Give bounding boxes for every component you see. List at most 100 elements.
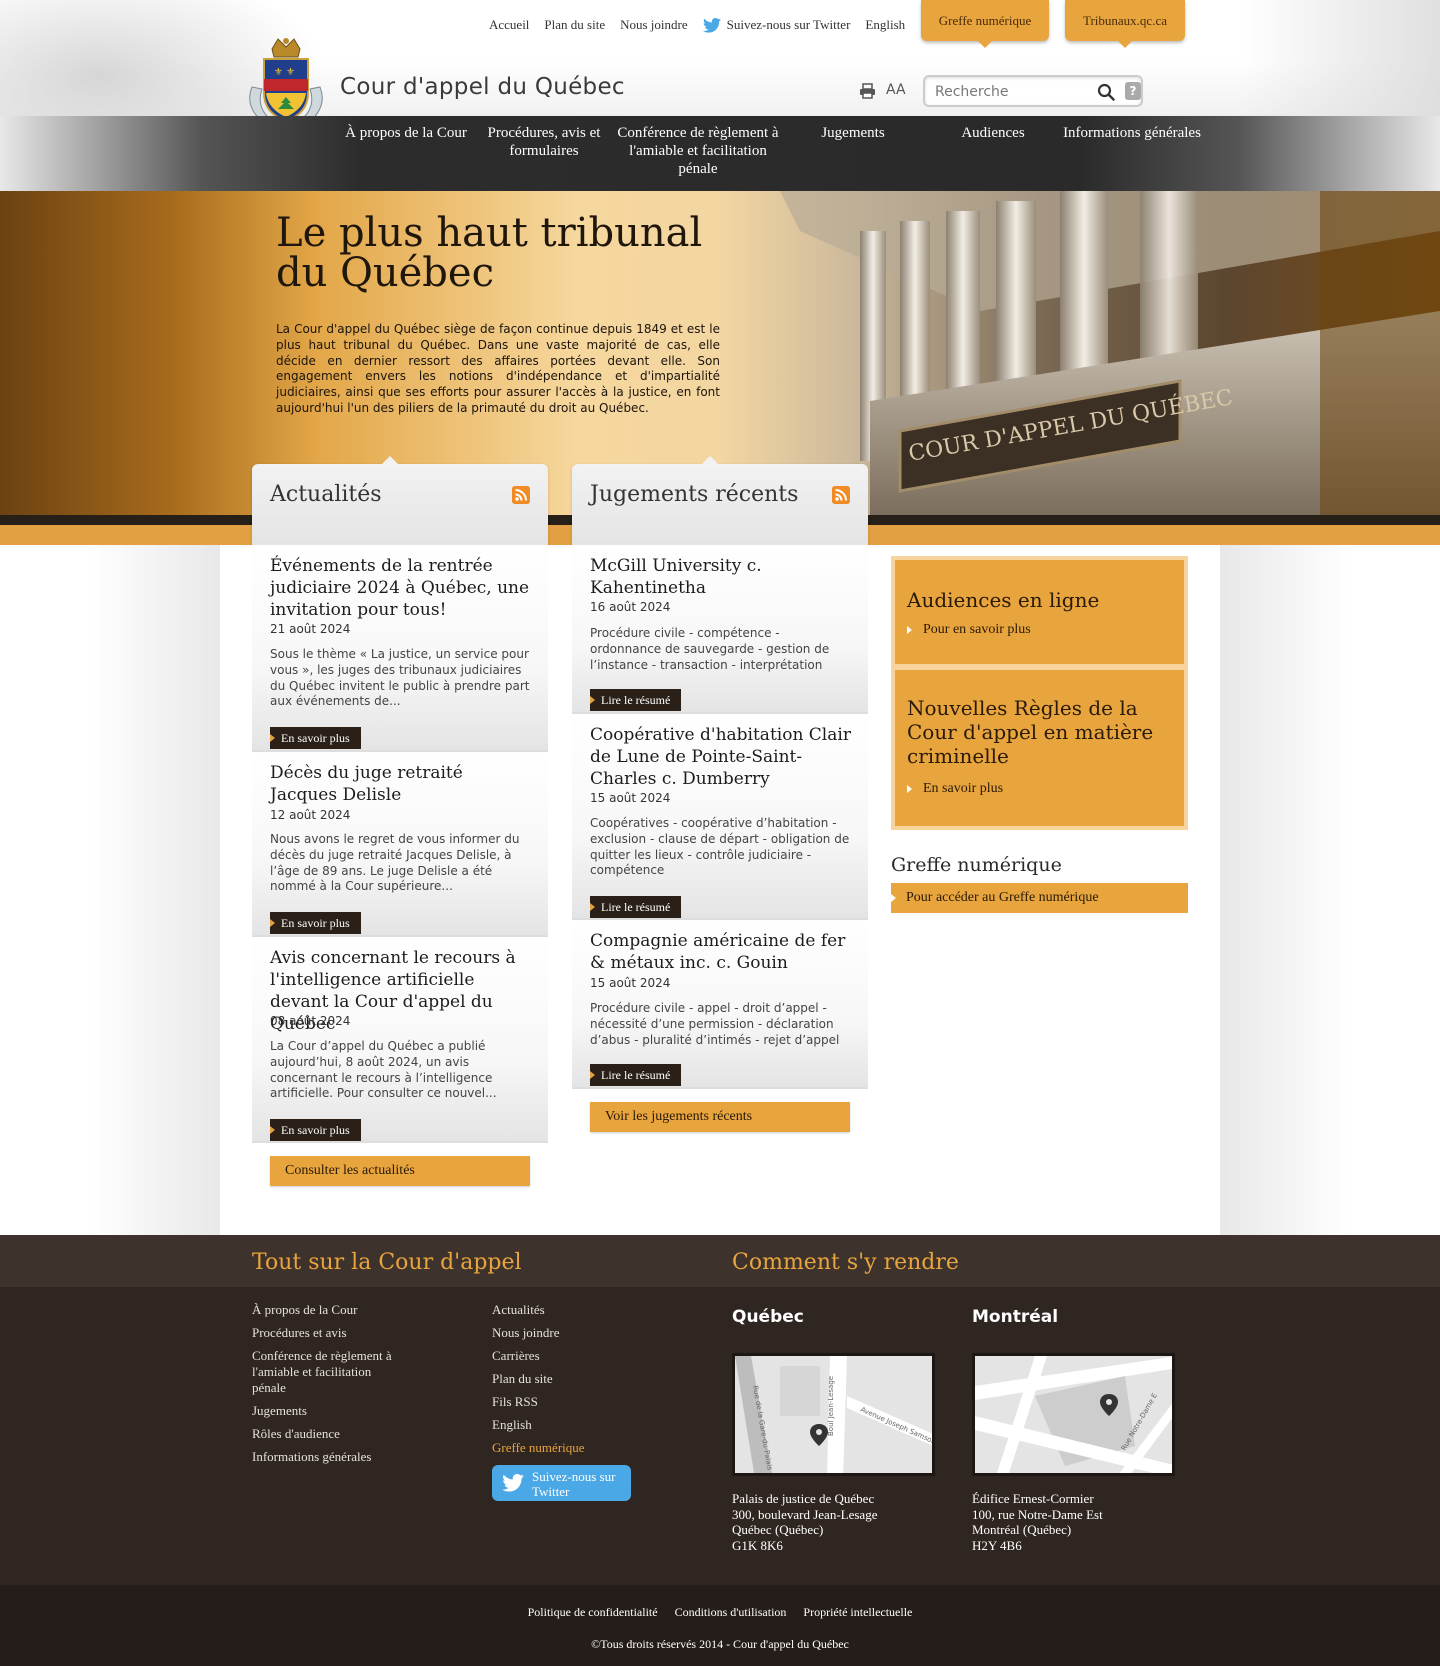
all-judgments-button[interactable]: Voir les jugements récents xyxy=(590,1102,850,1132)
main-nav: À propos de la Cour Procédures, avis et … xyxy=(0,116,1440,191)
footer-link[interactable]: Nous joindre xyxy=(492,1325,642,1341)
promo-audiences-en-ligne[interactable]: Audiences en ligne Pour en savoir plus xyxy=(891,556,1188,668)
site-title[interactable]: Cour d'appel du Québec xyxy=(340,74,625,100)
address-line: Édifice Ernest-Cormier xyxy=(972,1491,1094,1506)
judgment-summary-button[interactable]: Lire le résumé xyxy=(590,689,682,711)
link-english[interactable]: English xyxy=(865,17,905,33)
footer-link[interactable]: Actualités xyxy=(492,1302,642,1318)
news-date: 12 août 2024 xyxy=(270,808,351,822)
address-line: 100, rue Notre-Dame Est xyxy=(972,1506,1103,1522)
nav-item-conference[interactable]: Conférence de règlement à l'amiable et f… xyxy=(613,124,783,178)
news-excerpt: Nous avons le regret de vous informer du… xyxy=(270,832,520,894)
news-item[interactable]: Décès du juge retraité Jacques Delisle 1… xyxy=(252,752,548,937)
search-icon[interactable] xyxy=(1097,83,1115,101)
legal-link-privacy[interactable]: Politique de confidentialité xyxy=(528,1605,658,1619)
judgment-item[interactable]: McGill University c. Kahentinetha 16 aoû… xyxy=(572,545,868,714)
promo-title[interactable]: Audiences en ligne xyxy=(907,588,1175,612)
address-line: Palais de justice de Québec xyxy=(732,1491,875,1506)
judgment-date: 15 août 2024 xyxy=(590,976,671,990)
news-excerpt: La Cour d’appel du Québec a publié aujou… xyxy=(270,1039,497,1101)
map-street-label: Boul Jean-Lesage xyxy=(827,1376,835,1436)
link-accueil[interactable]: Accueil xyxy=(489,17,529,33)
footer-link[interactable]: English xyxy=(492,1417,642,1433)
footer-link[interactable]: Informations générales xyxy=(252,1449,402,1465)
footer-about-heading: Tout sur la Cour d'appel xyxy=(252,1250,522,1275)
footer-twitter-button[interactable]: Suivez-nous sur Twitter xyxy=(492,1465,631,1501)
footer-link[interactable]: Carrières xyxy=(492,1348,642,1364)
judgments-heading: Jugements récents xyxy=(590,482,799,507)
judgment-summary-button[interactable]: Lire le résumé xyxy=(590,1064,682,1086)
site-header: Accueil Plan du site Nous joindre Suivez… xyxy=(0,0,1440,191)
judgment-title[interactable]: Coopérative d'habitation Clair de Lune d… xyxy=(590,724,855,790)
promo-link[interactable]: En savoir plus xyxy=(907,781,1003,797)
news-more-button[interactable]: En savoir plus xyxy=(270,1119,361,1141)
judgment-summary-button[interactable]: Lire le résumé xyxy=(590,896,682,918)
font-size-label: AA xyxy=(886,82,906,98)
legal-links: Politique de confidentialité Conditions … xyxy=(0,1605,1440,1620)
nav-item-procedures[interactable]: Procédures, avis et formulaires xyxy=(475,124,613,178)
nav-item-informations[interactable]: Informations générales xyxy=(1063,124,1201,178)
tab-tribunaux[interactable]: Tribunaux.qc.ca xyxy=(1065,0,1185,48)
judgment-title[interactable]: Compagnie américaine de fer & métaux inc… xyxy=(590,930,855,974)
map-quebec[interactable]: Rue de la Gare-du-Palais Boul Jean-Lesag… xyxy=(732,1353,935,1476)
news-title[interactable]: Événements de la rentrée judiciaire 2024… xyxy=(270,555,535,621)
news-date: 08 août 2024 xyxy=(270,1014,351,1028)
legal-link-terms[interactable]: Conditions d'utilisation xyxy=(675,1605,787,1619)
footer-link-greffe[interactable]: Greffe numérique xyxy=(492,1440,642,1456)
search-box: ? xyxy=(923,75,1143,107)
footer-link[interactable]: Jugements xyxy=(252,1403,402,1419)
twitter-label: Suivez-nous sur Twitter xyxy=(726,17,851,32)
news-item[interactable]: Événements de la rentrée judiciaire 2024… xyxy=(252,545,548,752)
promo-title[interactable]: Nouvelles Règles de la Cour d'appel en m… xyxy=(907,696,1175,768)
utility-links: Accueil Plan du site Nous joindre Suivez… xyxy=(489,17,905,33)
promo-nouvelles-regles[interactable]: Nouvelles Règles de la Cour d'appel en m… xyxy=(891,668,1188,830)
print-icon[interactable] xyxy=(859,83,876,99)
news-more-button[interactable]: En savoir plus xyxy=(270,912,361,934)
footer-link[interactable]: Procédures et avis xyxy=(252,1325,402,1341)
nav-item-audiences[interactable]: Audiences xyxy=(923,124,1063,178)
hero-text: La Cour d'appel du Québec siège de façon… xyxy=(276,322,720,415)
footer-link[interactable]: Fils RSS xyxy=(492,1394,642,1410)
twitter-icon xyxy=(702,17,721,33)
footer-band xyxy=(0,1235,1440,1287)
search-input[interactable] xyxy=(935,82,1085,102)
news-item[interactable]: Avis concernant le recours à l'intellige… xyxy=(252,937,548,1143)
legal-bar: Politique de confidentialité Conditions … xyxy=(0,1585,1440,1666)
promo-link[interactable]: Pour en savoir plus xyxy=(907,622,1031,638)
page-shadow xyxy=(1220,545,1440,1235)
address-line: Montréal (Québec) xyxy=(972,1522,1072,1537)
tab-greffe-numerique[interactable]: Greffe numérique xyxy=(921,0,1049,48)
footer-link[interactable]: Rôles d'audience xyxy=(252,1426,402,1442)
all-news-button[interactable]: Consulter les actualités xyxy=(270,1156,530,1186)
address-line: Québec (Québec) xyxy=(732,1522,824,1537)
page-shadow xyxy=(0,545,220,1235)
link-nous-joindre[interactable]: Nous joindre xyxy=(620,17,688,33)
link-twitter[interactable]: Suivez-nous sur Twitter xyxy=(702,17,851,33)
nav-item-a-propos[interactable]: À propos de la Cour xyxy=(337,124,475,178)
news-more-button[interactable]: En savoir plus xyxy=(270,727,361,749)
address-line: H2Y 4B6 xyxy=(972,1537,1022,1553)
news-title[interactable]: Décès du juge retraité Jacques Delisle xyxy=(270,762,535,806)
footer-link[interactable]: Plan du site xyxy=(492,1371,642,1387)
greffe-access-button[interactable]: Pour accéder au Greffe numérique xyxy=(891,883,1188,913)
svg-text:⚜ ⚜: ⚜ ⚜ xyxy=(274,67,295,78)
judgment-date: 16 août 2024 xyxy=(590,600,671,614)
copyright: ©Tous droits réservés 2014 - Cour d'appe… xyxy=(591,1637,849,1651)
help-icon[interactable]: ? xyxy=(1125,82,1141,100)
map-montreal[interactable]: Rue Notre-Dame E xyxy=(972,1353,1175,1476)
link-plan-du-site[interactable]: Plan du site xyxy=(544,17,605,33)
nav-item-jugements[interactable]: Jugements xyxy=(783,124,923,178)
judgment-item[interactable]: Coopérative d'habitation Clair de Lune d… xyxy=(572,714,868,920)
greffe-heading: Greffe numérique xyxy=(891,854,1062,876)
font-size-toggle[interactable]: AA xyxy=(886,82,906,98)
judgment-item[interactable]: Compagnie américaine de fer & métaux inc… xyxy=(572,920,868,1089)
rss-icon[interactable] xyxy=(832,486,850,504)
judgments-header: Jugements récents xyxy=(572,456,868,545)
news-header: Actualités xyxy=(252,456,548,545)
judgment-title[interactable]: McGill University c. Kahentinetha xyxy=(590,555,855,599)
legal-link-ip[interactable]: Propriété intellectuelle xyxy=(803,1605,912,1619)
footer-directions-heading: Comment s'y rendre xyxy=(732,1250,959,1275)
rss-icon[interactable] xyxy=(512,486,530,504)
footer-link[interactable]: À propos de la Cour xyxy=(252,1302,402,1318)
footer-link[interactable]: Conférence de règlement à l'amiable et f… xyxy=(252,1348,402,1396)
